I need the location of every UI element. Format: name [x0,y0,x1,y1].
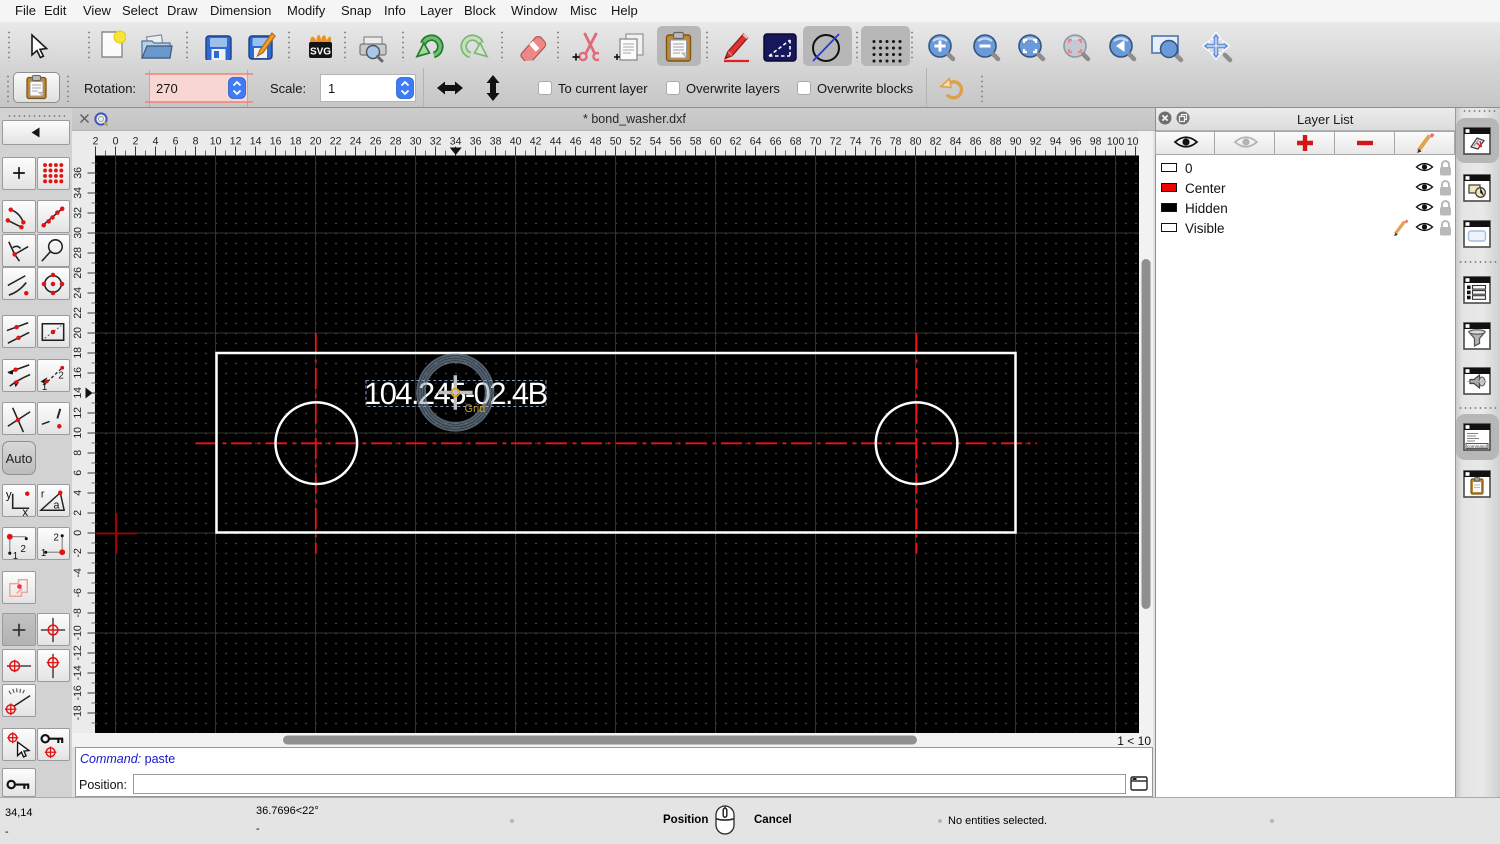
svg-text:10: 10 [72,427,84,439]
svg-text:12: 12 [230,135,242,147]
svg-text:60: 60 [710,136,722,148]
svg-text:36: 36 [470,135,482,147]
svg-text:38: 38 [490,135,502,147]
svg-text:-2: -2 [72,548,84,558]
svg-text:command: command [1467,444,1487,449]
svg-text:4: 4 [72,490,84,496]
svg-text:6: 6 [72,470,84,476]
svg-text:50: 50 [610,136,622,148]
svg-text:26: 26 [370,135,382,147]
svg-text:22: 22 [72,307,84,319]
svg-text:20: 20 [72,327,84,339]
svg-text:34: 34 [72,187,84,199]
svg-text:24: 24 [72,287,84,299]
svg-text:78: 78 [890,136,902,148]
svg-text:80: 80 [910,136,922,148]
svg-text:2: 2 [58,370,63,381]
svg-text:8: 8 [72,450,84,456]
svg-text:20: 20 [310,135,322,147]
svg-text:y: y [5,488,11,501]
svg-text:2: 2 [133,135,139,147]
svg-text:94: 94 [1050,136,1062,148]
svg-text:52: 52 [630,136,642,148]
svg-text:56: 56 [670,136,682,148]
svg-text:r: r [41,488,45,500]
svg-text:-4: -4 [72,568,84,578]
svg-text:68: 68 [790,136,802,148]
svg-text:0: 0 [113,135,119,147]
svg-text:36: 36 [72,167,84,179]
svg-text:40: 40 [510,135,522,147]
svg-text:100: 100 [1107,136,1125,148]
svg-text:-10: -10 [72,625,84,640]
svg-text:26: 26 [72,267,84,279]
svg-text:1: 1 [42,382,47,392]
svg-text:14: 14 [250,135,262,147]
svg-text:30: 30 [72,227,84,239]
svg-text:18: 18 [290,135,302,147]
svg-text:2: 2 [53,532,58,543]
svg-text:90: 90 [1010,136,1022,148]
svg-text:96: 96 [1070,136,1082,148]
svg-text:1: 1 [41,548,46,559]
svg-text:12: 12 [72,407,84,419]
svg-text:14: 14 [72,387,84,399]
svg-text:SVG: SVG [310,47,331,58]
svg-text:-18: -18 [72,705,84,720]
svg-text:10: 10 [210,135,222,147]
svg-text:30: 30 [410,135,422,147]
svg-text:88: 88 [990,136,1002,148]
svg-text:6: 6 [173,135,179,147]
svg-text:98: 98 [1090,136,1102,148]
svg-text:-6: -6 [72,588,84,598]
svg-text:28: 28 [390,135,402,147]
svg-text:28: 28 [72,247,84,259]
svg-text:0: 0 [72,530,84,536]
svg-text:82: 82 [930,136,942,148]
svg-text:66: 66 [770,136,782,148]
svg-text:34: 34 [450,135,462,147]
svg-text:76: 76 [870,136,882,148]
svg-text:16: 16 [72,367,84,379]
svg-text:22: 22 [330,135,342,147]
svg-text:62: 62 [730,136,742,148]
svg-text:42: 42 [530,135,542,147]
svg-text:84: 84 [950,136,962,148]
svg-text:46: 46 [570,135,582,147]
svg-text:64: 64 [750,136,762,148]
svg-text:2: 2 [93,135,99,147]
svg-text:32: 32 [72,207,84,219]
svg-text:70: 70 [810,136,822,148]
svg-text:74: 74 [850,136,862,148]
svg-text:48: 48 [590,136,602,148]
svg-text:86: 86 [970,136,982,148]
svg-text:-8: -8 [72,608,84,618]
svg-text:2: 2 [20,544,25,555]
svg-text:1: 1 [12,551,17,560]
svg-text:4: 4 [153,135,159,147]
svg-text:32: 32 [430,135,442,147]
svg-text:-12: -12 [72,645,84,660]
svg-text:54: 54 [650,136,662,148]
svg-text:-16: -16 [72,685,84,700]
svg-text:-14: -14 [72,665,84,680]
svg-text:x: x [22,506,28,517]
svg-text:92: 92 [1030,136,1042,148]
svg-text:a: a [53,499,59,511]
svg-text:72: 72 [830,136,842,148]
svg-text:2: 2 [72,510,84,516]
svg-text:44: 44 [550,135,562,147]
svg-text:1 < 10: 1 < 10 [1117,734,1151,747]
svg-text:8: 8 [193,135,199,147]
svg-text:16: 16 [270,135,282,147]
svg-text:18: 18 [72,347,84,359]
svg-text:24: 24 [350,135,362,147]
svg-text:58: 58 [690,136,702,148]
